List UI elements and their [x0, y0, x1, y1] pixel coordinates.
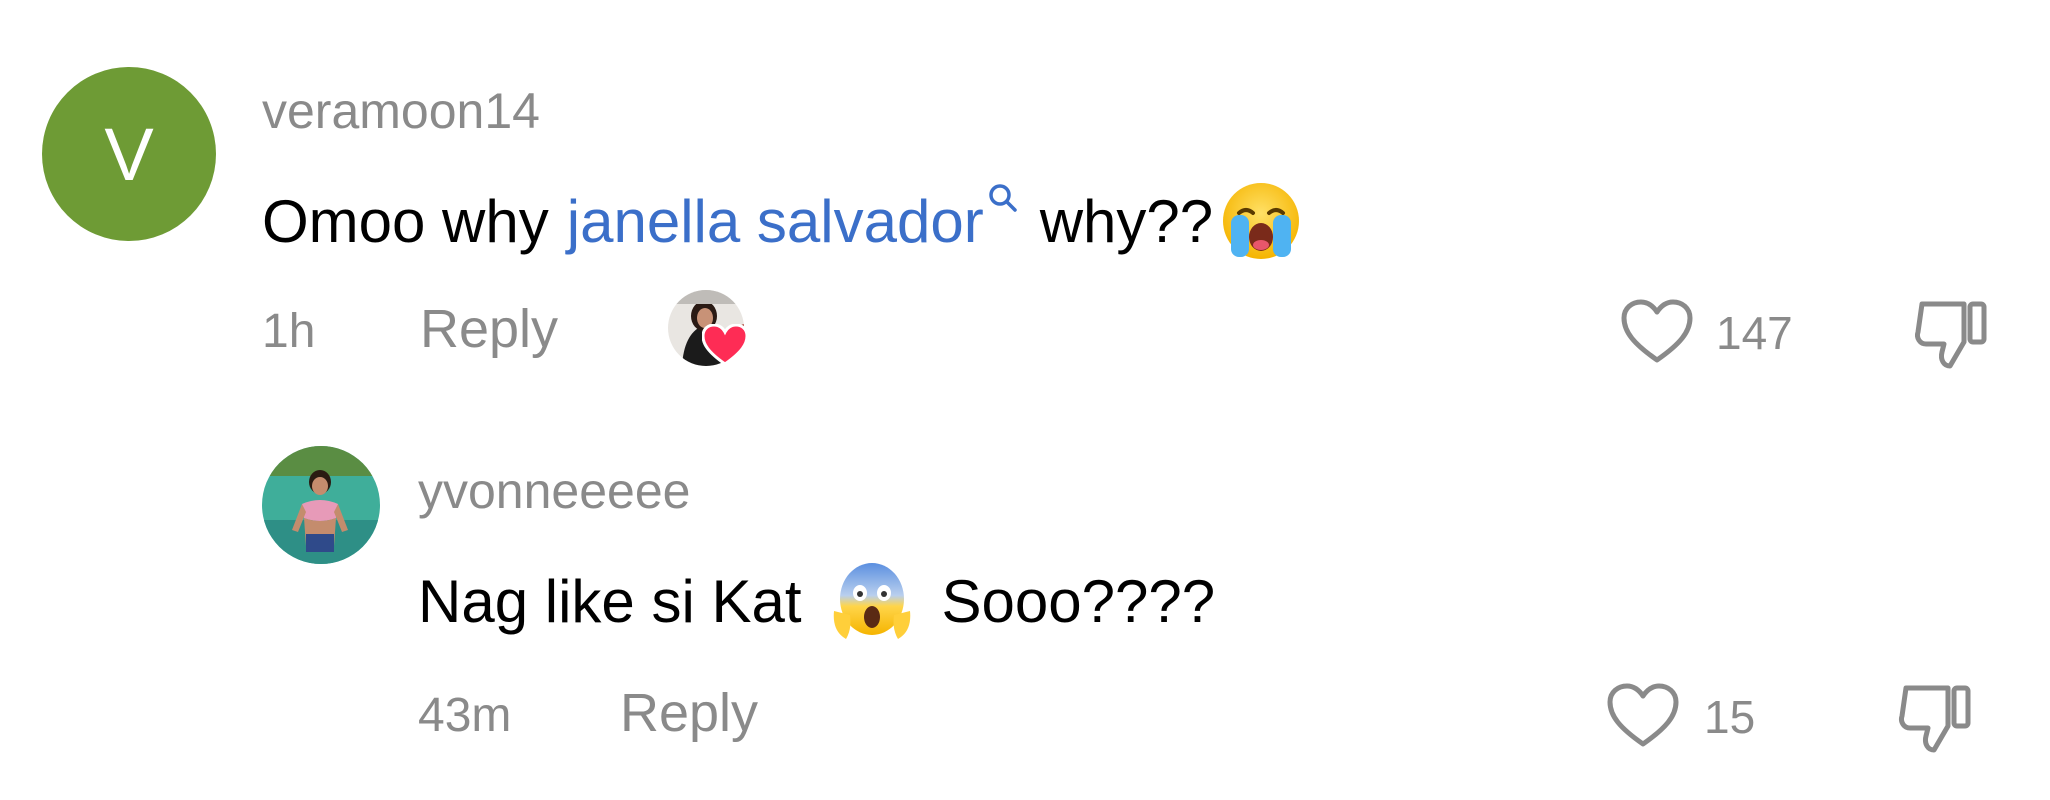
reply-button[interactable]: Reply	[420, 298, 558, 360]
heart-icon	[1607, 683, 1679, 747]
like-button[interactable]	[1620, 298, 1694, 364]
heart-badge-icon	[702, 324, 748, 366]
heart-icon	[1621, 299, 1693, 363]
loudly-crying-face-icon	[1219, 179, 1303, 263]
comment-text-before: Omoo why	[262, 187, 549, 255]
dislike-button[interactable]	[1912, 296, 1992, 372]
thumbs-down-icon	[1899, 685, 1971, 753]
mention-link[interactable]: janella salvador	[566, 183, 1018, 256]
reply-like-button[interactable]	[1606, 682, 1680, 748]
face-screaming-in-fear-icon	[832, 559, 912, 643]
mention-label: janella salvador	[566, 187, 984, 255]
reply-text-after: Sooo????	[941, 567, 1216, 635]
reply-timestamp: 43m	[418, 689, 512, 742]
creator-liked-badge	[668, 290, 748, 370]
reply-dislike-button[interactable]	[1896, 680, 1976, 756]
reply-commenter-avatar[interactable]	[262, 446, 380, 564]
comment-text-after: why??	[1039, 187, 1214, 255]
reply-reply-button[interactable]: Reply	[620, 682, 758, 744]
commenter-avatar[interactable]: V	[42, 67, 216, 241]
reply-like-count: 15	[1704, 691, 1756, 743]
reply-text-before: Nag like si Kat	[418, 567, 802, 635]
thumbs-down-icon	[1915, 301, 1987, 369]
comment-timestamp: 1h	[262, 305, 316, 358]
comment-text: Omoo why janella salvador why??	[262, 176, 1303, 266]
reply-username[interactable]: yvonneeeee	[418, 462, 690, 520]
like-count: 147	[1716, 307, 1793, 359]
search-icon	[988, 183, 1018, 217]
comment-username[interactable]: veramoon14	[262, 82, 540, 140]
avatar-initial: V	[104, 112, 154, 196]
reply-comment-text: Nag like si Kat Sooo????	[418, 556, 1215, 646]
